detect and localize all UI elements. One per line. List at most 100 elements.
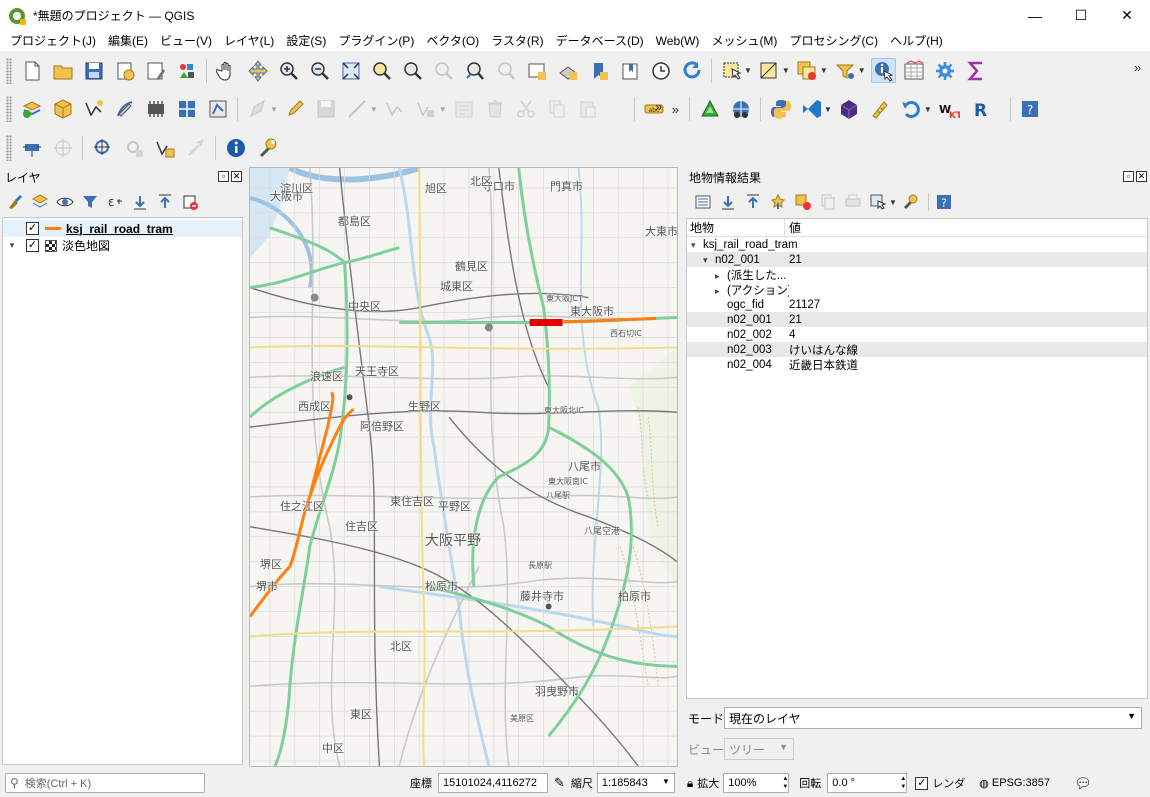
vertex-editor-icon[interactable] [383, 97, 408, 122]
identify-features-icon[interactable] [870, 58, 896, 83]
menu-database[interactable]: データベース(D) [550, 31, 650, 51]
temporal-controller-icon[interactable] [648, 58, 673, 83]
identify-row[interactable]: ▸ (派生した... [687, 267, 1147, 282]
toolbar-overflow-button[interactable]: » [672, 102, 679, 117]
expand-tree-icon[interactable] [692, 191, 714, 213]
menu-help[interactable]: ヘルプ(H) [884, 31, 949, 51]
pan-map-icon[interactable] [214, 58, 239, 83]
new-project-icon[interactable] [19, 58, 44, 83]
info-icon[interactable] [223, 135, 248, 160]
expand-all-icon[interactable] [129, 191, 151, 213]
copy-features-icon[interactable] [545, 97, 570, 122]
identify-row[interactable]: ▸ (アクション) [687, 282, 1147, 297]
toolbar-handle[interactable] [6, 134, 12, 161]
layer-row-basemap[interactable]: ▾ ✓ 淡色地図 [3, 237, 242, 254]
rotate-feature-icon[interactable] [183, 135, 208, 160]
new-bookmark-icon[interactable] [586, 58, 611, 83]
manage-visibility-icon[interactable] [54, 191, 76, 213]
georeferencer-icon[interactable] [728, 97, 753, 122]
layer-name[interactable]: ksj_rail_road_tram [66, 222, 173, 236]
lock-scale-icon[interactable]: 🔒︎ [687, 776, 693, 791]
menu-processing[interactable]: プロセシング(C) [783, 31, 884, 51]
3d-plugin-icon[interactable] [837, 97, 862, 122]
move-feature-icon[interactable] [414, 97, 439, 122]
chevron-down-icon[interactable]: ▼ [824, 105, 832, 114]
data-source-manager-icon[interactable] [19, 97, 44, 122]
select-features-icon[interactable] [719, 58, 744, 83]
toggle-editing-icon[interactable] [283, 97, 308, 122]
save-edits-icon[interactable] [314, 97, 339, 122]
wkt-plugin-icon[interactable]: W KT [937, 97, 962, 122]
print-icon[interactable] [842, 191, 864, 213]
grass-plugin-icon[interactable] [697, 97, 722, 122]
feature-column-header[interactable]: 地物 [687, 219, 785, 236]
digitize-with-curve-icon[interactable] [112, 97, 137, 122]
current-edits-icon[interactable] [245, 97, 270, 122]
menu-web[interactable]: Web(W) [650, 31, 706, 51]
cut-features-icon[interactable] [514, 97, 539, 122]
statistics-icon[interactable] [964, 58, 989, 83]
zoom-native-icon[interactable] [431, 58, 456, 83]
map-canvas[interactable]: 淀川区 都島区 旭区 城東区 鶴見区 大東市 門真市 守口市 東大阪市 中央区 天王寺区 生野区 浪速区… [249, 167, 678, 767]
toggle-extents-icon[interactable]: ✎ [554, 775, 565, 791]
identify-row[interactable]: ogc_fid 21127 [687, 297, 1147, 312]
menu-raster[interactable]: ラスタ(R) [485, 31, 549, 51]
tree-expander-icon[interactable]: ▾ [691, 240, 703, 251]
settings-wrench-icon[interactable] [254, 135, 279, 160]
identify-row[interactable]: ▾ ksj_rail_road_tram [687, 237, 1147, 252]
r-plugin-icon[interactable]: R [968, 97, 993, 122]
new-print-layout-icon[interactable] [112, 58, 137, 83]
add-ring-icon[interactable] [90, 135, 115, 160]
layer-name[interactable]: 淡色地図 [62, 237, 110, 254]
chevron-down-icon[interactable]: ▼ [782, 66, 790, 75]
new-shapefile-layer-icon[interactable] [81, 97, 106, 122]
virtual-layer-icon[interactable] [143, 97, 168, 122]
spinner-arrows-icon[interactable]: ▲ ▼ [900, 775, 906, 791]
mode-select[interactable]: 現在のレイヤ ▼ [724, 707, 1142, 729]
filter-legend-icon[interactable] [79, 191, 101, 213]
chevron-down-icon[interactable]: ▼ [889, 198, 897, 207]
help-icon[interactable]: ? [1018, 97, 1043, 122]
help-icon[interactable]: ? [933, 191, 955, 213]
chevron-down-icon[interactable]: ▼ [820, 66, 828, 75]
vscode-plugin-icon[interactable] [799, 97, 824, 122]
layout-manager-icon[interactable] [143, 58, 168, 83]
coordinate-field[interactable]: 15101024,4116272 [438, 773, 548, 793]
show-hide-labels-icon[interactable] [50, 135, 75, 160]
collapse-all-icon[interactable] [742, 191, 764, 213]
pin-labels-icon[interactable] [19, 135, 44, 160]
menu-vector[interactable]: ベクタ(O) [420, 31, 485, 51]
expand-all-icon[interactable] [717, 191, 739, 213]
filter-by-expression-icon[interactable]: ε [104, 191, 126, 213]
close-panel-icon[interactable]: ✕ [231, 171, 242, 182]
layer-visibility-checkbox[interactable]: ✓ [26, 222, 39, 235]
layer-visibility-checkbox[interactable]: ✓ [26, 239, 39, 252]
zoom-to-layer-icon[interactable] [400, 58, 425, 83]
scale-combo[interactable]: 1:185843 ▼ [596, 773, 675, 793]
toolbar-overflow-button[interactable]: » [655, 99, 662, 114]
menu-mesh[interactable]: メッシュ(M) [705, 31, 783, 51]
vertex-tool-icon[interactable] [205, 97, 230, 122]
style-manager-icon[interactable] [174, 58, 199, 83]
identify-row[interactable]: n02_004 近畿日本鉄道 [687, 357, 1147, 372]
zoom-in-icon[interactable] [276, 58, 301, 83]
add-line-feature-icon[interactable] [345, 97, 370, 122]
add-part-icon[interactable] [121, 135, 146, 160]
menu-project[interactable]: プロジェクト(J) [4, 31, 102, 51]
float-panel-icon[interactable]: ▫ [1123, 171, 1134, 182]
chevron-down-icon[interactable]: ▼ [270, 105, 278, 114]
layer-row-rail[interactable]: ✓ ksj_rail_road_tram [3, 220, 242, 237]
chevron-down-icon[interactable]: ▼ [370, 105, 378, 114]
menu-settings[interactable]: 設定(S) [280, 31, 332, 51]
remove-layer-icon[interactable] [179, 191, 201, 213]
expand-new-results-icon[interactable] [767, 191, 789, 213]
menu-layer[interactable]: レイヤ(L) [218, 31, 280, 51]
raster-calculator-icon[interactable] [174, 97, 199, 122]
measure-tool-icon[interactable] [868, 97, 893, 122]
new-3d-map-view-icon[interactable] [555, 58, 580, 83]
zoom-next-icon[interactable] [493, 58, 518, 83]
add-group-icon[interactable] [29, 191, 51, 213]
python-console-icon[interactable] [768, 97, 793, 122]
clear-results-icon[interactable] [792, 191, 814, 213]
maximize-button[interactable]: ☐ [1058, 0, 1104, 31]
